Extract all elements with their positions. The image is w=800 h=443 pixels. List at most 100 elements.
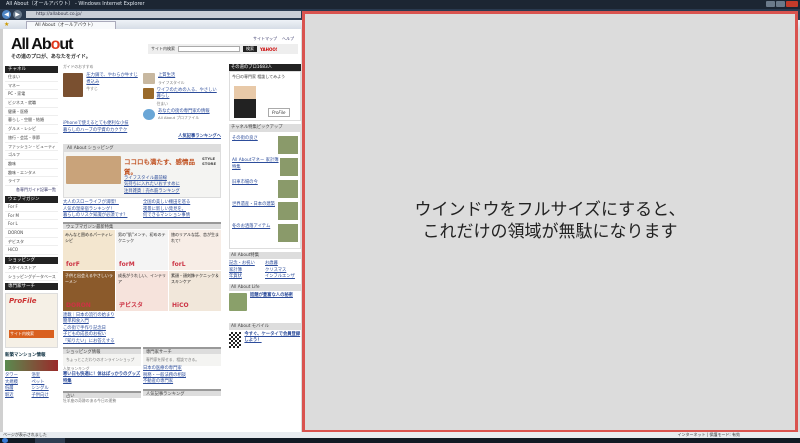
taskbar-ie-item[interactable] — [35, 438, 65, 443]
sidebar-item-magazine[interactable]: ヂビスタ — [5, 238, 58, 247]
magazine-tile[interactable]: 子供と出会えるやさしいラーメン DORON — [63, 270, 115, 311]
shopping-heading: All About ショッピング — [64, 144, 220, 152]
sidebar-item-channel[interactable]: 住まい — [5, 73, 58, 82]
main-column: ガイドのおすすめ 圧力鍋で、やわらか牛すじ煮込み 牛すじ 上質生活 ライフスタイル … — [63, 64, 221, 404]
forward-icon[interactable]: ▶ — [13, 10, 22, 19]
magazine-tile[interactable]: 男の"肌"メンテ、初めのテクニック forM — [116, 229, 168, 270]
sidebar-item-shopping[interactable]: スタイルストア — [5, 264, 58, 273]
pickup-image[interactable] — [278, 202, 298, 220]
news-link[interactable]: 暮らしのリスク知識が必須です？ — [63, 213, 141, 220]
pickup-item[interactable]: 冬のお洒落アイテム — [232, 224, 298, 244]
sidebar-item-channel[interactable]: 旅行・会話・季節 — [5, 134, 58, 143]
magazine-brand: ヂビスタ — [119, 301, 144, 309]
pickup-image[interactable] — [278, 224, 298, 242]
sidebar-item-shopping[interactable]: ショッピングデータベース — [5, 273, 58, 282]
magazine-brand: forF — [66, 260, 80, 268]
sidebar-item-channel[interactable]: 暮らし・空間・結婚 — [5, 116, 58, 126]
ranking-link[interactable]: 人気記事ランキングへ — [63, 134, 221, 141]
sidebar-item-channel[interactable]: マネー — [5, 82, 58, 91]
allabout-logo[interactable]: All About — [11, 36, 74, 54]
favorites-star-icon[interactable]: ★ — [4, 21, 9, 28]
mansion-heading: 新築マンション情報 — [5, 353, 46, 359]
sidebar-item-magazine[interactable]: For F — [5, 203, 58, 212]
address-bar[interactable]: http://allabout.co.jp/ — [26, 11, 301, 18]
mobile-heading: All About モバイル — [229, 322, 301, 330]
pickup-item[interactable]: All Aboutマネー 家計簿特集 — [232, 158, 298, 178]
shopping-link[interactable]: 注目雑貨｜売れ筋ランキング — [124, 189, 199, 196]
sidebar-item-magazine[interactable]: For M — [5, 212, 58, 221]
sidebar-item-magazine[interactable]: For L — [5, 220, 58, 229]
pickup-image[interactable] — [280, 158, 298, 176]
pickup-link[interactable]: All Aboutマネー 家計簿特集 — [232, 158, 280, 178]
sidebar-item-channel[interactable]: ライフ — [5, 177, 58, 186]
profile-banner[interactable]: ProFile サイト内検索 — [5, 293, 58, 349]
sidebar-item-channel[interactable]: ビジネス・就職 — [5, 99, 58, 108]
featured-thumb[interactable] — [143, 73, 155, 84]
help-link[interactable]: ヘルプ — [282, 36, 294, 42]
fortune-heading: 占い — [63, 391, 141, 399]
mansion-image[interactable] — [5, 360, 58, 372]
search-button[interactable]: 検索 — [243, 46, 257, 52]
special-link[interactable]: インフルエンザ — [265, 274, 301, 281]
pro-text: 今日の専門家 相談してみよう — [232, 74, 286, 79]
start-button[interactable] — [2, 438, 8, 443]
featured-link[interactable]: 圧力鍋で、やわらか牛すじ煮込み — [86, 73, 141, 86]
sidebar-item-channel[interactable]: 趣味・エンタメ — [5, 169, 58, 178]
magazine-link[interactable]: 「知りたい」にお答えする — [63, 339, 221, 346]
pickup-link[interactable]: 冬のお洒落アイテム — [232, 224, 270, 244]
web-page: All About その道のプロが、あなたをガイド。 サイトマップ ヘルプ サイ… — [0, 29, 301, 432]
shopping-catch[interactable]: ココロも満たす、感情品質。 — [124, 156, 199, 176]
profile-search-button[interactable]: サイト内検索 — [9, 330, 54, 339]
special-link[interactable]: 年賀状 — [229, 274, 265, 281]
sidebar-item-channel[interactable]: グルメ・レシピ — [5, 125, 58, 134]
pickup-image[interactable] — [278, 180, 298, 198]
pro-box[interactable]: 今日の専門家 相談してみよう ProFile — [229, 71, 301, 121]
pickup-link[interactable]: 世界遺産・日本の建築 — [232, 202, 275, 222]
sidebar-item-channel[interactable]: ファッション・ビューティ — [5, 143, 58, 152]
featured-thumb[interactable] — [143, 87, 154, 99]
pickup-link[interactable]: 旧車市場の今 — [232, 180, 258, 200]
magazine-text: 男の"肌"メンテ、初めのテクニック — [118, 231, 166, 243]
featured-link[interactable]: ワイフのための入る、やさしい暮らし — [157, 88, 221, 101]
search-input[interactable] — [178, 46, 240, 52]
channel-more-link[interactable]: 各専門ガイド記事一覧 — [5, 186, 58, 194]
featured-thumb[interactable] — [143, 108, 155, 120]
sidebar-item-channel[interactable]: 健康・医療 — [5, 108, 58, 117]
mobile-link[interactable]: 今すぐ、ケータイで会員登録しよう！ — [244, 332, 301, 348]
magazine-text: 旅のリアルな話、恋が生まれて！ — [171, 231, 219, 243]
featured-sub: ライフスタイル — [158, 79, 185, 85]
popular-link[interactable]: 寒い日も快適に！体はぽっかりのグッズ特集 — [63, 372, 141, 385]
close-button[interactable] — [786, 1, 798, 7]
shopping-image[interactable] — [66, 155, 121, 184]
pickup-link[interactable]: その街の良さ — [232, 136, 258, 156]
sidebar-item-channel[interactable]: PC・家電 — [5, 90, 58, 100]
sidebar-item-magazine[interactable]: HiCO — [5, 246, 58, 256]
expert-link[interactable]: 不動産の専門家 — [143, 379, 221, 386]
news-link[interactable]: 何できるマンション事情 — [143, 213, 221, 220]
magazine-text: みんなと囲めるパーティレシピ — [65, 231, 113, 243]
maximize-button[interactable] — [776, 1, 785, 7]
sitemap-link[interactable]: サイトマップ — [253, 36, 277, 42]
magazine-tile[interactable]: みんなと囲めるパーティレシピ forF — [63, 229, 115, 270]
stew-image[interactable] — [63, 73, 84, 97]
magazine-tile[interactable]: 成長がうれしい、インテリアヂビスタ — [116, 270, 168, 311]
magazine-heading: ウェブマガジン最新特集 — [63, 221, 221, 230]
sidebar-item-channel[interactable]: ゴルフ — [5, 151, 58, 160]
pickup-item[interactable]: 旧車市場の今 — [232, 180, 298, 200]
mansion-link[interactable]: 駅近 — [5, 393, 32, 400]
pickup-image[interactable] — [278, 136, 298, 154]
mansion-link[interactable]: 子供向け — [32, 393, 59, 400]
channel-heading: チャネル — [5, 66, 58, 73]
pickup-item[interactable]: 世界遺産・日本の建築 — [232, 202, 298, 222]
pickup-item[interactable]: その街の良さ — [232, 136, 298, 156]
sidebar-item-channel[interactable]: 趣味 — [5, 160, 58, 169]
magazine-text: 成長がうれしい、インテリア — [118, 272, 166, 284]
browser-tab[interactable]: All About（オールアバウト） — [26, 21, 116, 29]
life-image[interactable] — [229, 292, 247, 311]
magazine-tile[interactable]: 旅のリアルな話、恋が生まれて！ forL — [169, 229, 221, 270]
back-icon[interactable]: ◀ — [2, 10, 11, 19]
sidebar-item-magazine[interactable]: DORON — [5, 229, 58, 238]
life-link[interactable]: 話題が豊富な人の秘密 — [250, 293, 293, 311]
minimize-button[interactable] — [766, 1, 775, 7]
magazine-tile[interactable]: 素顔・顔刻飾テクニック＆スキンケア HiCO — [169, 270, 221, 311]
